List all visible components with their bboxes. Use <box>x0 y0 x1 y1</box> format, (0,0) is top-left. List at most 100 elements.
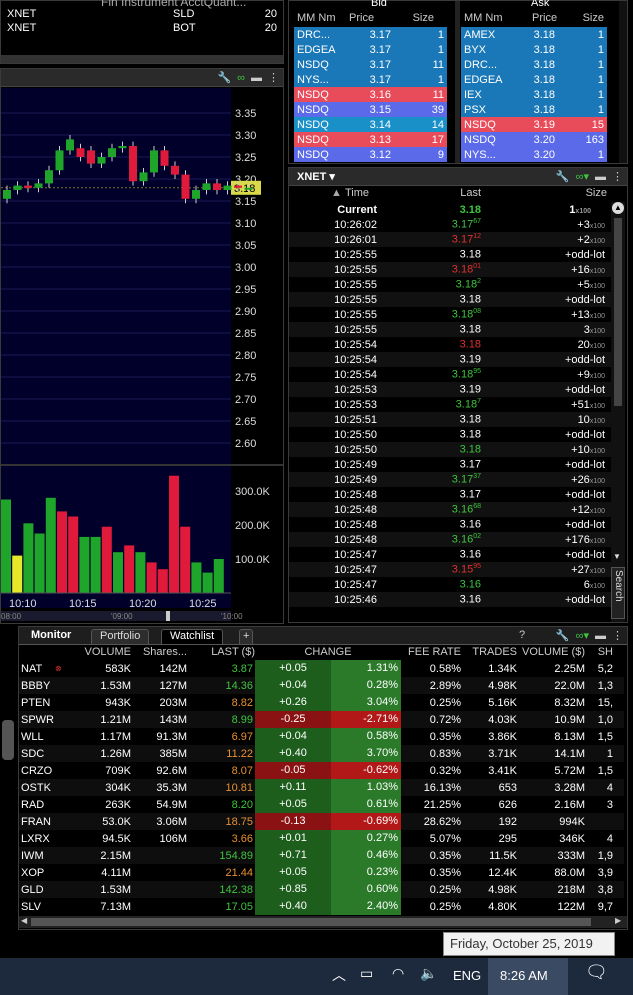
ts-symbol[interactable]: XNET ▾ <box>297 170 335 183</box>
col-trades[interactable]: TRADES <box>461 646 517 660</box>
monitor-left-scroll[interactable] <box>2 720 14 760</box>
clock[interactable]: 8:26 AM <box>500 968 548 983</box>
tab-portfolio[interactable]: Portfolio <box>91 629 150 644</box>
wrench-icon[interactable]: 🔧 <box>556 170 570 183</box>
monitor-scroll-thumb[interactable] <box>31 918 591 926</box>
scroll-left-icon[interactable]: ◀ <box>21 916 27 925</box>
orders-scrollbar[interactable] <box>1 55 283 63</box>
bid-row[interactable]: NYS... 3.17 1 <box>294 72 447 87</box>
link-icon[interactable]: ∞ <box>237 72 245 84</box>
row-symbol[interactable]: SPWR <box>19 714 55 726</box>
watchlist-row[interactable]: BBBY 1.53M 127M 14.36 +0.04 0.28% 2.89% 4.98K 22… <box>19 677 624 694</box>
minimize-icon[interactable]: ▬ <box>595 171 606 183</box>
volume-icon[interactable]: 🔈 <box>420 965 437 982</box>
col-fee-rate[interactable]: FEE RATE <box>401 646 461 660</box>
tab-watchlist[interactable]: Watchlist <box>161 629 224 644</box>
link-icon[interactable]: ∞▾ <box>576 629 589 642</box>
wifi-icon[interactable]: ◠ <box>392 965 404 982</box>
ask-row[interactable]: IEX 3.18 1 <box>461 87 607 102</box>
col-shares[interactable]: Shares... <box>131 646 187 660</box>
watchlist-row[interactable]: GLD 1.53M 142.38 +0.85 0.60% 0.25% 4.98K 218M 3,… <box>19 881 624 898</box>
ts-col-size[interactable]: Size <box>481 187 607 201</box>
row-symbol[interactable]: GLD <box>19 884 55 896</box>
bid-row[interactable]: NSDQ 3.14 14 <box>294 117 447 132</box>
ts-col-time[interactable]: Time <box>345 187 385 201</box>
search-tab[interactable]: Search <box>611 567 625 619</box>
ts-scroll-thumb[interactable] <box>614 218 622 406</box>
row-symbol[interactable]: PTEN <box>19 697 55 709</box>
row-symbol[interactable]: IWM <box>19 850 55 862</box>
col-sh[interactable]: SH <box>585 646 613 660</box>
more-icon[interactable]: ⋮ <box>612 170 623 183</box>
bid-row[interactable]: EDGEA 3.17 1 <box>294 42 447 57</box>
notification-icon[interactable]: 🗨 <box>585 962 608 983</box>
chevron-up-icon[interactable]: ︿ <box>332 965 346 985</box>
row-symbol[interactable]: XOP <box>19 867 55 879</box>
bid-row[interactable]: NSDQ 3.15 39 <box>294 102 447 117</box>
navigator-handle[interactable] <box>166 611 170 621</box>
watchlist-row[interactable]: IWM 2.15M 154.89 +0.71 0.46% 0.35% 11.5K 333M 1,… <box>19 847 624 864</box>
row-symbol[interactable]: LXRX <box>19 833 55 845</box>
watchlist-row[interactable]: RAD 263K 54.9M 8.20 +0.05 0.61% 21.25% 626 2.16M… <box>19 796 624 813</box>
bid-row[interactable]: NSDQ 3.13 17 <box>294 132 447 147</box>
battery-icon[interactable]: ▭ <box>360 965 373 982</box>
row-symbol[interactable]: CRZO <box>19 765 55 777</box>
wrench-icon[interactable]: 🔧 <box>556 629 570 642</box>
watchlist-row[interactable]: WLL 1.17M 91.3M 6.97 +0.04 0.58% 0.35% 3.86K 8.1… <box>19 728 624 745</box>
ask-row[interactable]: NYS... 3.20 1 <box>461 147 607 162</box>
sort-arrow-icon[interactable]: ▲ <box>289 187 345 201</box>
row-symbol[interactable]: WLL <box>19 731 55 743</box>
col-last[interactable]: LAST ($) <box>187 646 255 660</box>
link-icon[interactable]: ∞▾ <box>576 170 589 183</box>
more-icon[interactable]: ⋮ <box>268 71 279 84</box>
ask-row[interactable]: NSDQ 3.20 163 <box>461 132 607 147</box>
watchlist-row[interactable]: CRZO 709K 92.6M 8.07 -0.05 -0.62% 0.32% 3.41K 5.… <box>19 762 624 779</box>
watchlist-row[interactable]: SLV 7.13M 17.05 +0.40 2.40% 0.25% 4.80K 122M 9,7 <box>19 898 624 915</box>
minimize-icon[interactable]: ▬ <box>251 72 262 84</box>
ask-row[interactable]: AMEX 3.18 1 <box>461 27 607 42</box>
col-change[interactable]: CHANGE <box>255 646 401 660</box>
price-chart[interactable]: 3.353.303.253.203.153.103.053.002.952.90… <box>1 88 283 624</box>
bid-row[interactable]: NSDQ 3.17 11 <box>294 57 447 72</box>
scroll-down-icon[interactable]: ▼ <box>613 552 621 561</box>
row-symbol[interactable]: SLV <box>19 901 55 913</box>
wrench-icon[interactable]: 🔧 <box>217 71 231 84</box>
bid-row[interactable]: DRC... 3.17 1 <box>294 27 447 42</box>
ask-row[interactable]: NSDQ 3.19 15 <box>461 117 607 132</box>
order-row[interactable]: XNET SLD 20 <box>7 8 277 20</box>
ask-row[interactable]: DRC... 3.18 1 <box>461 57 607 72</box>
watchlist-row[interactable]: XOP 4.11M 21.44 +0.05 0.23% 0.35% 12.4K 88.0M 3,… <box>19 864 624 881</box>
row-symbol[interactable]: BBBY <box>19 680 55 692</box>
ask-row[interactable]: PSX 3.18 1 <box>461 102 607 117</box>
tab-monitor[interactable]: Monitor <box>23 629 79 644</box>
watchlist-row[interactable]: PTEN 943K 203M 8.82 +0.26 3.04% 0.25% 5.16K 8.32… <box>19 694 624 711</box>
watchlist-row[interactable]: OSTK 304K 35.3M 10.81 +0.11 1.03% 16.13% 653 3.2… <box>19 779 624 796</box>
monitor-hscrollbar[interactable]: ◀ ▶ <box>19 916 627 928</box>
watchlist-row[interactable]: SDC 1.26M 385M 11.22 +0.40 3.70% 0.83% 3.71K 14.… <box>19 745 624 762</box>
ts-scrollbar[interactable]: ▲ ▼ Search <box>611 202 625 622</box>
row-symbol[interactable]: OSTK <box>19 782 55 794</box>
ask-row[interactable]: BYX 3.18 1 <box>461 42 607 57</box>
language-indicator[interactable]: ENG <box>453 968 481 983</box>
watchlist-row[interactable]: FRAN 53.0K 3.06M 18.75 -0.13 -0.69% 28.62% 192 9… <box>19 813 624 830</box>
row-symbol[interactable]: FRAN <box>19 816 55 828</box>
row-symbol[interactable]: NAT <box>19 663 55 675</box>
book-scrollbar[interactable] <box>619 1 627 163</box>
col-volume-usd[interactable]: VOLUME ($) <box>517 646 585 660</box>
minimize-icon[interactable]: ▬ <box>595 630 606 642</box>
scroll-up-icon[interactable]: ▲ <box>612 202 624 214</box>
scroll-right-icon[interactable]: ▶ <box>615 916 621 925</box>
add-tab-button[interactable]: + <box>239 629 254 644</box>
row-symbol[interactable]: SDC <box>19 748 55 760</box>
more-icon[interactable]: ⋮ <box>612 629 623 642</box>
ask-row[interactable]: EDGEA 3.18 1 <box>461 72 607 87</box>
watchlist-row[interactable]: SPWR 1.21M 143M 8.99 -0.25 -2.71% 0.72% 4.03K 10… <box>19 711 624 728</box>
help-icon[interactable]: ? <box>519 629 525 641</box>
watchlist-row[interactable]: LXRX 94.5K 106M 3.66 +0.01 0.27% 5.07% 295 346K 4 <box>19 830 624 847</box>
watchlist-row[interactable]: NAT ⊗ 583K 142M 3.87 +0.05 1.31% 0.58% 1.34K 2.25… <box>19 660 624 677</box>
bid-row[interactable]: NSDQ 3.16 11 <box>294 87 447 102</box>
ts-col-last[interactable]: Last <box>385 187 481 201</box>
order-row[interactable]: XNET BOT 20 <box>7 22 277 34</box>
col-volume[interactable]: VOLUME <box>67 646 131 660</box>
row-symbol[interactable]: RAD <box>19 799 55 811</box>
